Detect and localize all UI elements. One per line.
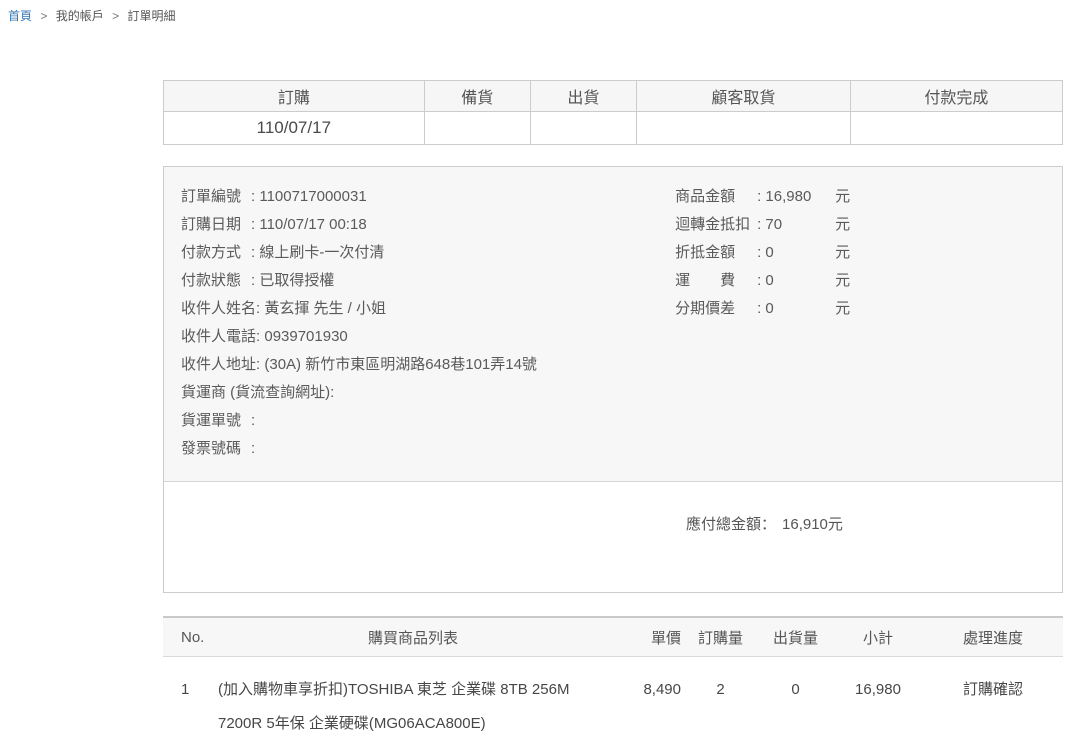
status-header-pickup: 顧客取貨	[636, 81, 850, 112]
recipient-phone-value: : 0939701930	[256, 323, 348, 351]
order-number-label: 訂單編號	[181, 183, 251, 211]
breadcrumb-separator: >	[40, 9, 47, 23]
status-header-prepare: 備貨	[424, 81, 530, 112]
order-date-row: 訂購日期 : 110/07/17 00:18	[181, 211, 675, 239]
payment-status-row: 付款狀態 : 已取得授權	[181, 267, 675, 295]
order-info-left-column: 訂單編號 : 1100717000031 訂購日期 : 110/07/17 00…	[181, 183, 675, 463]
installment-diff-label: 分期價差	[675, 295, 757, 323]
main-content: 訂購 備貨 出貨 顧客取貨 付款完成 110/07/17 訂單編號 :	[163, 80, 1063, 741]
recipient-name-value: : 黃玄揮 先生 / 小姐	[256, 295, 386, 323]
header-unit-price: 單價	[608, 627, 683, 648]
breadcrumb-current: 訂單明細	[127, 9, 175, 23]
payment-method-label: 付款方式	[181, 239, 251, 267]
carrier-label: 貨運商 (貨流查詢網址)	[181, 379, 330, 407]
order-detail-page: 首頁 > 我的帳戶 > 訂單明細 訂購 備貨 出貨 顧客取貨 付款完成 110/…	[0, 0, 1075, 742]
status-value-prepare	[424, 112, 530, 145]
header-progress: 處理進度	[923, 627, 1063, 648]
discount-amount-unit: 元	[835, 239, 850, 267]
recipient-address-row: 收件人地址 : (30A) 新竹市東區明湖路648巷101弄14號	[181, 351, 675, 379]
rebate-deduction-value: : 70	[757, 211, 835, 239]
order-info-area: 訂單編號 : 1100717000031 訂購日期 : 110/07/17 00…	[164, 167, 1062, 482]
product-row-progress: 訂購確認	[923, 673, 1063, 741]
tracking-number-row: 貨運單號 :	[181, 407, 675, 435]
order-date-value: : 110/07/17 00:18	[251, 211, 367, 239]
payment-status-label: 付款狀態	[181, 267, 251, 295]
product-row-ship-qty: 0	[758, 673, 833, 741]
status-header-paid: 付款完成	[850, 81, 1062, 112]
carrier-row: 貨運商 (貨流查詢網址) :	[181, 379, 675, 407]
header-order-qty: 訂購量	[683, 627, 758, 648]
recipient-phone-row: 收件人電話 : 0939701930	[181, 323, 675, 351]
tracking-number-value: :	[251, 407, 255, 435]
product-table: No. 購買商品列表 單價 訂購量 出貨量 小計 處理進度 1 (加入購物車享折…	[163, 616, 1063, 741]
installment-diff-value: : 0	[757, 295, 835, 323]
header-no: No.	[163, 629, 218, 646]
product-row-name: (加入購物車享折扣)TOSHIBA 東芝 企業碟 8TB 256M 7200R …	[218, 673, 608, 741]
invoice-number-value: :	[251, 435, 255, 463]
product-row-no: 1	[163, 673, 218, 741]
discount-amount-value: : 0	[757, 239, 835, 267]
order-info-panel: 訂單編號 : 1100717000031 訂購日期 : 110/07/17 00…	[163, 166, 1063, 593]
header-ship-qty: 出貨量	[758, 627, 833, 648]
shipping-fee-row: 運 費 : 0 元	[675, 267, 1042, 295]
payment-method-value: : 線上刷卡-一次付清	[251, 239, 384, 267]
breadcrumb: 首頁 > 我的帳戶 > 訂單明細	[0, 0, 1075, 24]
recipient-address-value: : (30A) 新竹市東區明湖路648巷101弄14號	[256, 351, 537, 379]
rebate-deduction-row: 迴轉金抵扣 : 70 元	[675, 211, 1042, 239]
total-amount-label: 應付總金額：	[686, 516, 776, 533]
header-subtotal: 小計	[833, 627, 923, 648]
order-info-right-column: 商品金額 : 16,980 元 迴轉金抵扣 : 70 元 折抵金額 : 0 元	[675, 183, 1042, 463]
order-date-label: 訂購日期	[181, 211, 251, 239]
status-value-pickup	[636, 112, 850, 145]
product-row-unit-price: 8,490	[608, 673, 683, 741]
carrier-value: :	[330, 379, 334, 407]
breadcrumb-my-account[interactable]: 我的帳戶	[56, 9, 104, 23]
rebate-deduction-unit: 元	[835, 211, 850, 239]
recipient-name-row: 收件人姓名 : 黃玄揮 先生 / 小姐	[181, 295, 675, 323]
goods-amount-unit: 元	[835, 183, 850, 211]
product-row-order-qty: 2	[683, 673, 758, 741]
goods-amount-row: 商品金額 : 16,980 元	[675, 183, 1042, 211]
discount-amount-row: 折抵金額 : 0 元	[675, 239, 1042, 267]
payment-method-row: 付款方式 : 線上刷卡-一次付清	[181, 239, 675, 267]
installment-diff-row: 分期價差 : 0 元	[675, 295, 1042, 323]
breadcrumb-home-link[interactable]: 首頁	[8, 9, 32, 23]
invoice-number-label: 發票號碼	[181, 435, 251, 463]
order-number-row: 訂單編號 : 1100717000031	[181, 183, 675, 211]
product-table-header: No. 購買商品列表 單價 訂購量 出貨量 小計 處理進度	[163, 616, 1063, 657]
recipient-name-label: 收件人姓名	[181, 295, 256, 323]
total-amount-area: 應付總金額： 16,910元	[164, 482, 1062, 592]
recipient-phone-label: 收件人電話	[181, 323, 256, 351]
rebate-deduction-label: 迴轉金抵扣	[675, 211, 757, 239]
shipping-fee-value: : 0	[757, 267, 835, 295]
product-row-subtotal: 16,980	[833, 673, 923, 741]
status-header-shipped: 出貨	[530, 81, 636, 112]
goods-amount-label: 商品金額	[675, 183, 757, 211]
status-value-ordered-date: 110/07/17	[164, 112, 425, 145]
status-value-paid	[850, 112, 1062, 145]
discount-amount-label: 折抵金額	[675, 239, 757, 267]
payment-status-value: : 已取得授權	[251, 267, 334, 295]
recipient-address-label: 收件人地址	[181, 351, 256, 379]
total-amount-value: 16,910元	[782, 516, 843, 533]
product-row: 1 (加入購物車享折扣)TOSHIBA 東芝 企業碟 8TB 256M 7200…	[163, 657, 1063, 741]
shipping-fee-label: 運 費	[675, 267, 757, 295]
tracking-number-label: 貨運單號	[181, 407, 251, 435]
status-value-shipped	[530, 112, 636, 145]
order-status-table: 訂購 備貨 出貨 顧客取貨 付款完成 110/07/17	[163, 80, 1063, 145]
order-number-value: : 1100717000031	[251, 183, 367, 211]
invoice-number-row: 發票號碼 :	[181, 435, 675, 463]
status-header-ordered: 訂購	[164, 81, 425, 112]
installment-diff-unit: 元	[835, 295, 850, 323]
shipping-fee-unit: 元	[835, 267, 850, 295]
header-product-list: 購買商品列表	[218, 627, 608, 648]
breadcrumb-separator: >	[112, 9, 119, 23]
goods-amount-value: : 16,980	[757, 183, 835, 211]
